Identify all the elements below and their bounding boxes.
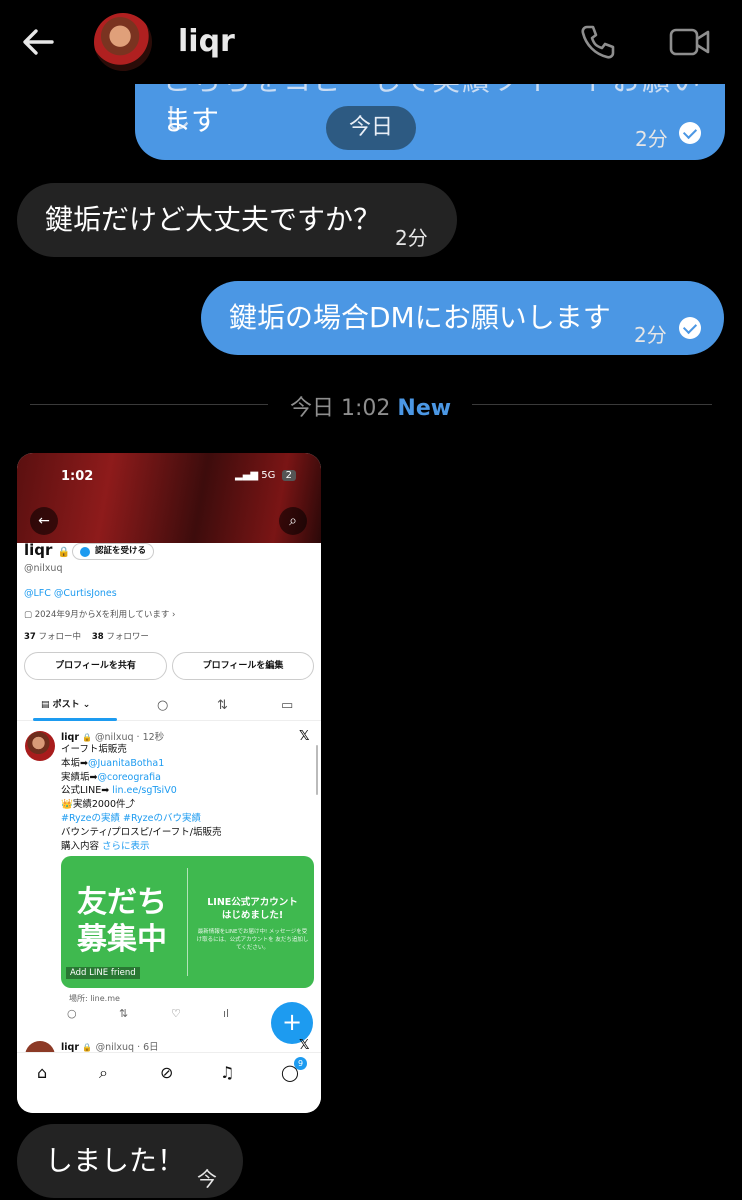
bottom-nav: ⌂ ⌕ ⊘ ♫ ◯ 9 [17, 1052, 321, 1113]
media-icon: ▭ [281, 698, 294, 713]
avatar[interactable] [94, 13, 152, 71]
search-icon: ⌕ [279, 507, 307, 535]
tweet-line: イーフト垢販売 [61, 744, 127, 755]
signal-icon: ▂▄▆ [235, 470, 259, 481]
tweet-text: イーフト垢販売 本垢➡@JuanitaBotha1 実績垢➡@coreograf… [61, 743, 221, 853]
calendar-icon: ▢ [24, 610, 35, 620]
reply-icon: ○ [67, 1007, 77, 1020]
card-location: 場所: line.me [69, 994, 120, 1003]
chat-header: liqr [0, 0, 742, 84]
tweet-avatar [25, 731, 55, 761]
views-icon: ıl [223, 1007, 230, 1020]
reply-icon: ○ [157, 698, 169, 713]
divider-line [472, 404, 712, 405]
following-label: フォロー中 [38, 632, 82, 642]
divider-line [30, 404, 268, 405]
back-arrow-icon: ← [30, 507, 58, 535]
tweet-line: バウンティ/プロスピ/イーフト/垢販売 [61, 826, 222, 838]
battery-icon: 2 [281, 470, 296, 481]
conversation-title[interactable]: liqr [178, 24, 235, 59]
tab-posts-label: ポスト [52, 700, 80, 710]
follow-counts: 37 フォロー中 38 フォロワー [24, 630, 149, 642]
share-profile-button: プロフィールを共有 [24, 652, 167, 680]
network-label: 5G [261, 470, 276, 481]
read-check-icon [679, 317, 701, 339]
profile-handle: @nilxuq [24, 563, 63, 574]
message-time: 2分 [634, 323, 667, 347]
profile-joined: ▢ 2024年9月からXを利用しています › [24, 608, 175, 620]
edit-profile-button: プロフィールを編集 [172, 652, 314, 680]
tweet-line: #Ryzeの実績 #Ryzeのバウ実績 [61, 812, 202, 824]
tab-posts: ▤ ポスト ⌄ [41, 697, 90, 710]
lock-icon: 🔒 [57, 547, 71, 558]
card-title: LINE公式アカウント はじめました! [207, 897, 298, 921]
repost-icon: ⇅ [119, 1007, 129, 1020]
like-icon: ♡ [171, 1007, 181, 1020]
arrow-left-icon[interactable] [18, 22, 58, 62]
message-bubble-outgoing[interactable]: 鍵垢の場合DMにお願いします 2分 [201, 281, 724, 355]
tweet-line: 本垢➡@JuanitaBotha1 [61, 757, 165, 769]
floating-date-pill: 今日 [326, 106, 416, 150]
tweet-line: 実績垢➡@coreografia [61, 771, 161, 783]
message-text: 鍵垢の場合DMにお願いします [229, 301, 611, 334]
card-subtext: 最新情報をLINEでお届け中! メッセージを受け取るには、公式アカウントを 友だ… [196, 929, 309, 951]
divider-time: 今日 1:02 [290, 396, 391, 421]
grok-icon: ⊘ [160, 1063, 174, 1082]
new-messages-divider: 今日 1:02 New [30, 386, 712, 422]
lock-icon: 🔒 [82, 1043, 93, 1052]
phone-icon[interactable] [578, 22, 618, 62]
followers-label: フォロワー [106, 632, 149, 642]
new-label: New [397, 396, 452, 421]
tweet-actions: ○ ⇅ ♡ ıl [61, 1007, 261, 1023]
read-check-icon [679, 122, 701, 144]
status-indicators: ▂▄▆ 5G 2 [235, 470, 296, 481]
followers-count: 38 [91, 632, 104, 642]
posts-icon: ▤ [41, 700, 53, 710]
message-text: ます [163, 104, 220, 137]
joined-text: 2024年9月からXを利用しています [34, 610, 170, 620]
chevron-down-icon: ⌄ [79, 700, 91, 710]
profile-name-text: liqr [24, 541, 53, 559]
profile-name: liqr 🔒 [24, 541, 70, 559]
profile-bio: @LFC @CurtisJones [24, 588, 117, 599]
message-time: 今 [197, 1167, 217, 1191]
card-divider [187, 868, 188, 976]
bell-icon: ♫ [220, 1063, 235, 1082]
verify-button: 認証を受ける [72, 543, 155, 560]
tweet-author: liqr [61, 732, 79, 743]
repost-icon: ⇅ [217, 698, 228, 713]
message-text: 鍵垢だけど大丈夫ですか？ [45, 203, 382, 236]
message-time: 2分 [635, 127, 668, 151]
scrollbar [316, 745, 318, 795]
tweet-line: 公式LINE➡ lin.ee/sgTsiV0 [61, 785, 177, 797]
card-add-friend-label: Add LINE friend [66, 967, 140, 979]
profile-banner: 1:02 ▂▄▆ 5G 2 ← ⌕ [17, 453, 321, 543]
divider-label: 今日 1:02 New [290, 390, 451, 422]
message-bubble-incoming[interactable]: 鍵垢だけど大丈夫ですか？ 2分 [17, 183, 457, 257]
home-icon: ⌂ [37, 1063, 48, 1082]
tweet-header: liqr 🔒 @nilxuq · 6日 [61, 1039, 159, 1053]
profile-tabs: ▤ ポスト ⌄ ○ ⇅ ▭ [17, 691, 321, 721]
tab-underline [33, 718, 117, 721]
lock-icon: 🔒 [82, 733, 92, 742]
following-count: 37 [24, 632, 36, 642]
line-promo-card: 友だち 募集中 LINE公式アカウント はじめました! 最新情報をLINEでお届… [61, 856, 314, 988]
x-logo-icon: 𝕏 [299, 1038, 310, 1053]
tweet-line: 👑実績2000件⤴ [61, 799, 136, 811]
tweet-header: liqr 🔒 @nilxuq · 12秒 [61, 729, 164, 743]
video-icon[interactable] [668, 24, 712, 60]
message-time: 2分 [395, 226, 428, 250]
attached-screenshot[interactable]: 1:02 ▂▄▆ 5G 2 ← ⌕ liqr 🔒 認証を受ける @nilxuq … [17, 453, 321, 1113]
tweet-handle-time: @nilxuq · 12秒 [95, 732, 165, 743]
chevron-right-icon: › [169, 610, 176, 620]
card-headline: 友だち 募集中 [77, 885, 167, 957]
tweet-line: 購入内容 さらに表示 [61, 840, 150, 852]
notification-badge: 9 [294, 1057, 307, 1070]
x-logo-icon: 𝕏 [299, 729, 310, 744]
message-bubble-incoming[interactable]: しました！ 今 [17, 1124, 243, 1198]
search-icon: ⌕ [99, 1063, 108, 1082]
message-text: しました！ [45, 1144, 186, 1177]
status-time: 1:02 [61, 469, 94, 484]
